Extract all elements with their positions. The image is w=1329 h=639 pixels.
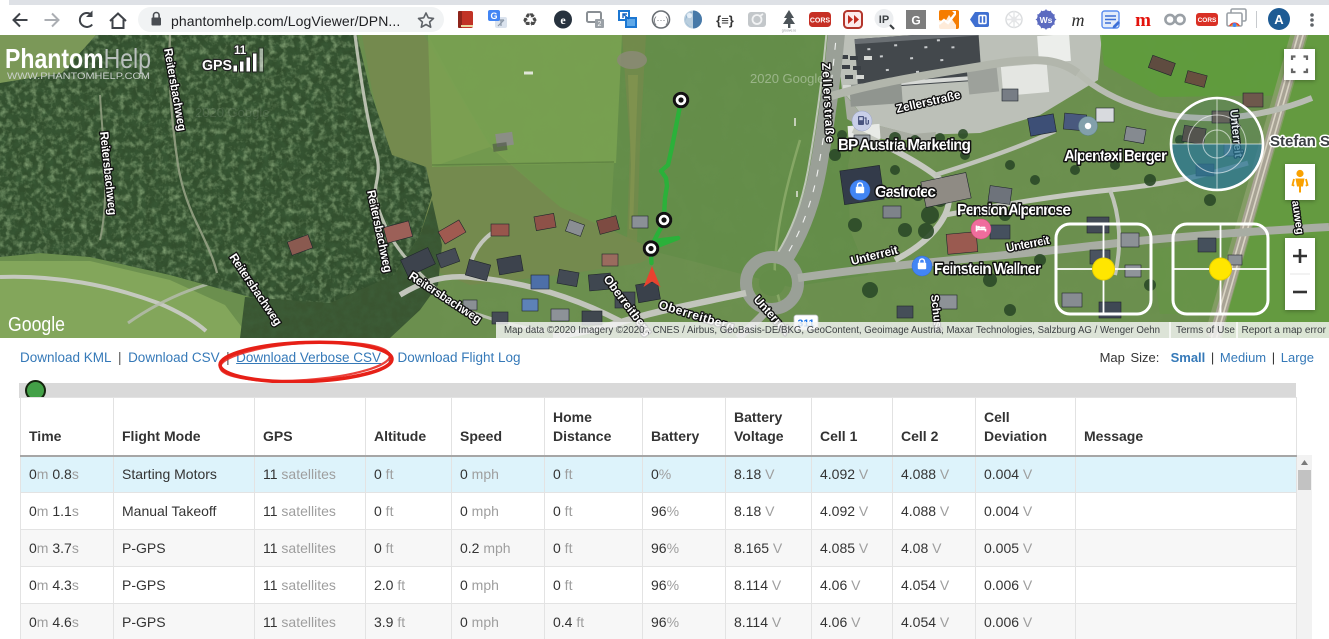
svg-text:Stefan Sch: Stefan Sch [1270, 133, 1329, 150]
svg-text:BP Austria Marketing: BP Austria Marketing [838, 137, 971, 154]
svg-text:11: 11 [234, 45, 247, 57]
svg-text:Alpentaxi Berger: Alpentaxi Berger [1064, 148, 1167, 165]
svg-text:(···): (···) [654, 15, 669, 25]
svg-text:m: m [1072, 10, 1085, 30]
svg-text:Terms of Use: Terms of Use [1176, 325, 1235, 336]
svg-text:Map data ©2020 Imagery ©2020 ,: Map data ©2020 Imagery ©2020 , CNES / Ai… [504, 325, 1160, 336]
svg-text:2020 Google: 2020 Google [195, 105, 269, 120]
svg-text:e: e [560, 13, 566, 27]
svg-text:2: 2 [598, 21, 602, 28]
svg-text:CORS: CORS [1198, 17, 1217, 24]
svg-text:2020 Google: 2020 Google [750, 71, 824, 86]
svg-text:groove.io: groove.io [782, 29, 796, 33]
svg-text:♻: ♻ [522, 10, 538, 30]
svg-text:G: G [911, 14, 920, 28]
svg-text:Pension Alpenrose: Pension Alpenrose [957, 202, 1071, 219]
svg-text:Ws: Ws [1040, 15, 1053, 25]
svg-text:Google: Google [8, 314, 65, 336]
svg-text:PhantomHelp: PhantomHelp [5, 43, 151, 74]
svg-text:Report a map error: Report a map error [1242, 325, 1327, 336]
svg-text:Feinstein Wallner: Feinstein Wallner [934, 261, 1041, 278]
svg-text:m: m [1135, 10, 1151, 31]
svg-text:Gastrotec: Gastrotec [875, 184, 936, 201]
svg-text:IP: IP [879, 14, 889, 26]
svg-text:{≡}: {≡} [716, 13, 734, 28]
svg-text:G: G [490, 11, 497, 21]
svg-text:WWW.PHANTOMHELP.COM: WWW.PHANTOMHELP.COM [7, 71, 150, 81]
svg-text:GPS: GPS [202, 57, 232, 74]
svg-text:CORS: CORS [810, 18, 831, 25]
